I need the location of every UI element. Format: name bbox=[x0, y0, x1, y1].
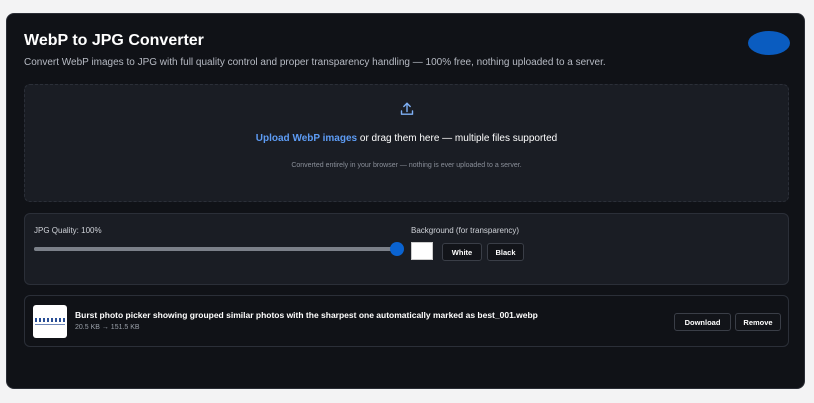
file-item: Burst photo picker showing grouped simil… bbox=[24, 295, 789, 347]
file-name: Burst photo picker showing grouped simil… bbox=[75, 310, 538, 320]
quality-slider[interactable] bbox=[34, 241, 405, 257]
remove-button[interactable]: Remove bbox=[735, 313, 781, 331]
theme-toggle[interactable] bbox=[748, 31, 790, 55]
page-subtitle: Convert WebP images to JPG with full qua… bbox=[24, 57, 606, 68]
slider-thumb[interactable] bbox=[390, 242, 404, 256]
quality-label: JPG Quality: 100% bbox=[34, 226, 102, 235]
settings-panel: JPG Quality: 100% Background (for transp… bbox=[24, 213, 789, 285]
upload-link[interactable]: Upload WebP images bbox=[256, 133, 357, 144]
upload-dropzone[interactable]: Upload WebP images or drag them here — m… bbox=[24, 84, 789, 202]
page-title: WebP to JPG Converter bbox=[24, 32, 204, 49]
background-label: Background (for transparency) bbox=[411, 226, 520, 235]
download-button[interactable]: Download bbox=[674, 313, 731, 331]
privacy-note: Converted entirely in your browser — not… bbox=[291, 162, 522, 169]
thumbnail-image bbox=[35, 318, 65, 322]
file-size: 20.5 KB → 151.5 KB bbox=[75, 324, 140, 331]
file-thumbnail bbox=[33, 305, 67, 338]
dropzone-text: or drag them here — multiple files suppo… bbox=[357, 133, 558, 144]
dropzone-instructions: Upload WebP images or drag them here — m… bbox=[25, 133, 788, 144]
upload-icon bbox=[400, 102, 414, 115]
white-background-button[interactable]: White bbox=[442, 243, 482, 261]
background-color-swatch[interactable] bbox=[411, 242, 433, 260]
thumbnail-image-detail bbox=[35, 324, 65, 325]
converter-card: WebP to JPG Converter Convert WebP image… bbox=[6, 13, 805, 389]
black-background-button[interactable]: Black bbox=[487, 243, 524, 261]
slider-fill bbox=[34, 247, 397, 251]
